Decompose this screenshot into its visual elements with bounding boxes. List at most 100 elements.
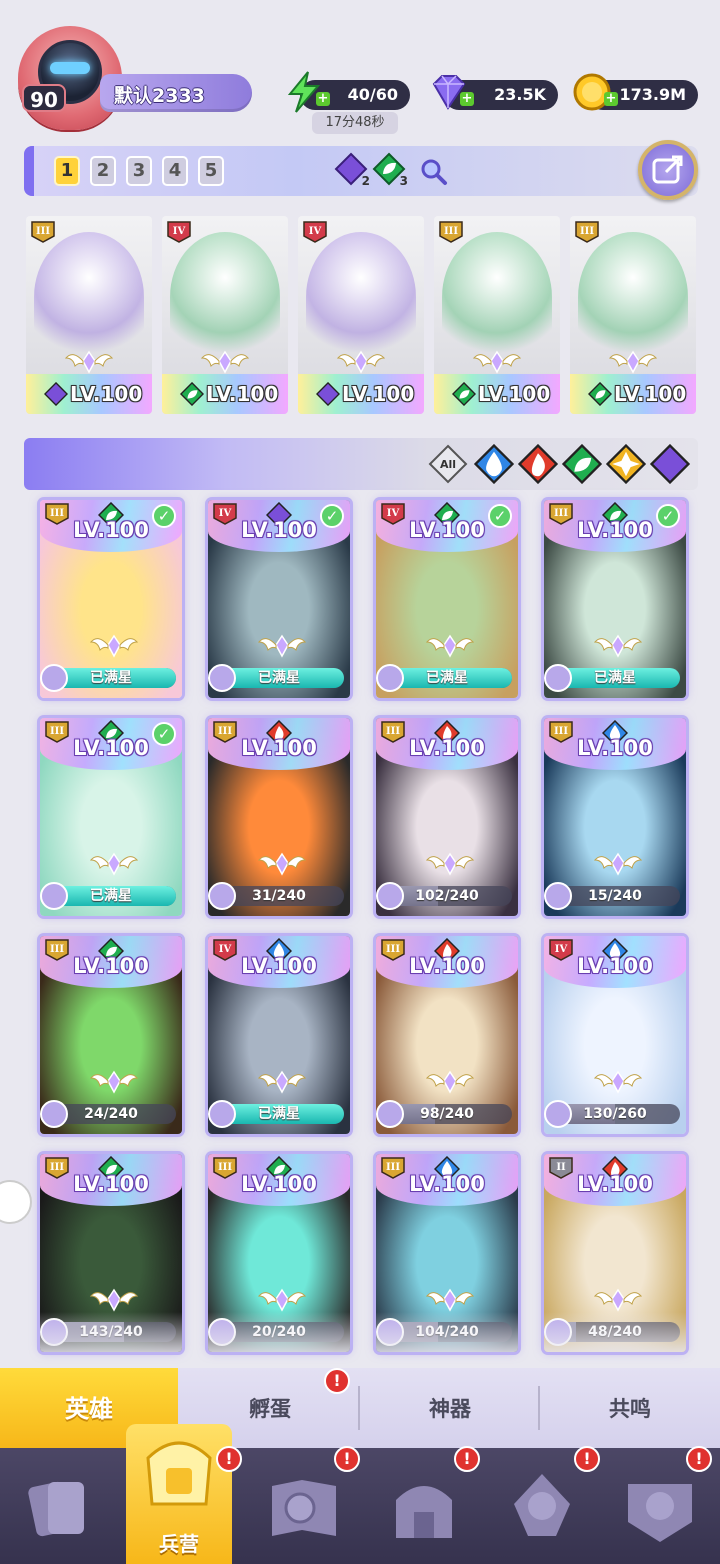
- energy-plus-icon[interactable]: +: [316, 92, 330, 106]
- fire-element-icon[interactable]: [517, 443, 559, 485]
- mushroom-nav-icon[interactable]: [500, 1466, 584, 1550]
- hero-level: LV.100: [577, 518, 653, 542]
- hero-portrait: [442, 232, 552, 362]
- leaf-element-icon: [451, 381, 477, 407]
- tab-resonance[interactable]: 共鸣: [540, 1368, 720, 1448]
- gold-value: 173.9M: [619, 85, 686, 104]
- energy-timer: 17分48秒: [312, 112, 398, 134]
- star-wings-icon: [425, 1064, 475, 1098]
- team-tab-1[interactable]: 1: [54, 156, 80, 186]
- hero-card[interactable]: IV ✓ LV.100 已满星: [208, 500, 350, 698]
- barracks-nav-icon: [146, 1441, 212, 1506]
- hero-card[interactable]: IIILV.10020/240: [208, 1154, 350, 1352]
- hero-card[interactable]: III LV.100 31/240: [208, 718, 350, 916]
- alert-icon: !: [216, 1446, 242, 1472]
- shop-nav-icon[interactable]: [382, 1466, 466, 1550]
- guild-nav-icon[interactable]: [618, 1466, 702, 1550]
- player-name-pill[interactable]: 默认2333: [100, 74, 252, 112]
- hero-level: LV.100: [73, 518, 149, 542]
- team-slot-4[interactable]: III LV.100: [434, 216, 560, 414]
- gem-counter[interactable]: + 23.5K: [432, 75, 558, 110]
- scroll-fade: [544, 1312, 686, 1352]
- hero-card[interactable]: IV ✓ LV.100 已满星: [376, 500, 518, 698]
- alert-icon: !: [334, 1446, 360, 1472]
- leaf-element-icon[interactable]: [561, 443, 603, 485]
- player-level-badge: 90: [22, 84, 66, 112]
- team-slot-1[interactable]: III LV.100: [26, 216, 152, 414]
- shard-icon: [40, 664, 68, 692]
- moon-element-icon[interactable]: [649, 443, 691, 485]
- rank-badge: IV: [302, 220, 328, 244]
- energy-value: 40/60: [347, 85, 398, 104]
- hero-level: LV.100: [409, 1172, 485, 1196]
- gem-plus-icon[interactable]: +: [460, 92, 474, 106]
- star-wings-icon: [89, 628, 139, 662]
- team-bar-accent: [24, 146, 34, 196]
- all-filter-icon[interactable]: All: [428, 444, 468, 484]
- team-tab-3[interactable]: 3: [126, 156, 152, 186]
- hero-card[interactable]: III ✓ LV.100 已满星: [40, 500, 182, 698]
- star-wings-icon: [425, 628, 475, 662]
- hero-level: LV.100: [241, 518, 317, 542]
- team-tab-4[interactable]: 4: [162, 156, 188, 186]
- rank-badge: III: [30, 220, 56, 244]
- team-tab-5[interactable]: 5: [198, 156, 224, 186]
- shard-icon: [544, 664, 572, 692]
- hero-level: LV.100: [241, 736, 317, 760]
- energy-counter[interactable]: + 40/60: [287, 71, 410, 113]
- alert-icon: !: [686, 1446, 712, 1472]
- team-slot-2[interactable]: IV LV.100: [162, 216, 288, 414]
- side-helper-avatar[interactable]: [0, 1180, 32, 1224]
- hero-card[interactable]: III LV.100 98/240: [376, 936, 518, 1134]
- team-tab-2[interactable]: 2: [90, 156, 116, 186]
- hero-level: LV.100: [241, 954, 317, 978]
- hero-card[interactable]: IILV.10048/240: [544, 1154, 686, 1352]
- light-element-icon[interactable]: [605, 443, 647, 485]
- hero-card[interactable]: III LV.100 15/240: [544, 718, 686, 916]
- star-wings-icon: [425, 1282, 475, 1316]
- hero-card[interactable]: IV LV.100 已满星: [208, 936, 350, 1134]
- avatar-visor: [50, 62, 90, 74]
- hero-level: LV.100: [73, 1172, 149, 1196]
- team-slot-5[interactable]: III LV.100: [570, 216, 696, 414]
- bottom-navigation: [0, 1448, 720, 1564]
- gem-value: 23.5K: [494, 85, 546, 104]
- svg-text:IV: IV: [173, 226, 186, 237]
- hero-card[interactable]: III LV.100 102/240: [376, 718, 518, 916]
- star-wings-icon: [593, 1282, 643, 1316]
- star-wings-icon: [608, 344, 658, 378]
- hero-card[interactable]: IV LV.100 130/260: [544, 936, 686, 1134]
- hero-card[interactable]: III LV.100 24/240: [40, 936, 182, 1134]
- water-element-icon[interactable]: [473, 443, 515, 485]
- team-leaf-count: 3: [372, 152, 408, 188]
- hero-card[interactable]: III ✓ LV.100 已满星: [544, 500, 686, 698]
- team-leaf-count-value: 3: [399, 174, 408, 188]
- hero-card[interactable]: IIILV.100143/240: [40, 1154, 182, 1352]
- rank-badge: IV: [166, 220, 192, 244]
- shard-icon: [208, 882, 236, 910]
- gold-counter[interactable]: + 173.9M: [573, 73, 698, 111]
- cards-nav-icon[interactable]: [18, 1466, 102, 1550]
- team-moon-count-value: 2: [361, 174, 370, 188]
- hero-level: LV.100: [577, 736, 653, 760]
- scroll-fade: [376, 1312, 518, 1352]
- share-button[interactable]: [638, 140, 698, 200]
- star-wings-icon: [64, 344, 114, 378]
- book-nav-icon[interactable]: [262, 1466, 346, 1550]
- svg-text:III: III: [36, 226, 50, 237]
- shard-icon: [544, 1100, 572, 1128]
- hero-card[interactable]: III ✓ LV.100 已满星: [40, 718, 182, 916]
- hero-level: LV.100: [73, 736, 149, 760]
- gold-plus-icon[interactable]: +: [604, 92, 618, 106]
- star-wings-icon: [257, 1064, 307, 1098]
- shard-icon: [376, 882, 404, 910]
- tab-artifacts[interactable]: 神器: [360, 1368, 540, 1448]
- team-slot-3[interactable]: IV LV.100: [298, 216, 424, 414]
- hero-card[interactable]: IIILV.100104/240: [376, 1154, 518, 1352]
- search-icon[interactable]: [418, 156, 448, 186]
- svg-text:III: III: [580, 226, 594, 237]
- star-wings-icon: [257, 846, 307, 880]
- hero-level: LV.100: [73, 954, 149, 978]
- star-wings-icon: [257, 628, 307, 662]
- star-wings-icon: [425, 846, 475, 880]
